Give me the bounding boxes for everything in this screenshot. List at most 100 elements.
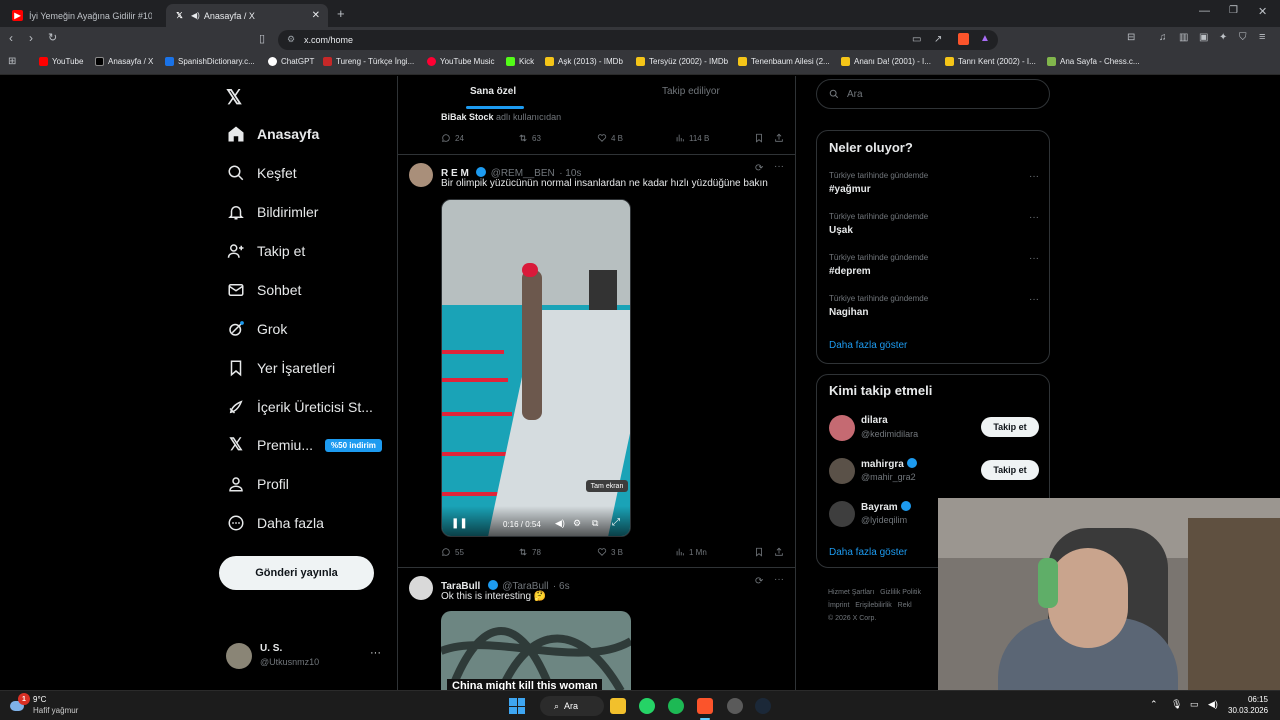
like-button[interactable]: 3 B — [597, 547, 623, 557]
nav-follow[interactable]: Takip et — [226, 241, 305, 261]
microphone-icon[interactable]: 🎙 — [1171, 699, 1182, 710]
bookmark-page-icon[interactable]: ▯ — [259, 32, 265, 45]
follow-button[interactable]: Takip et — [981, 417, 1039, 437]
show-more-link[interactable]: Daha fazla göster — [829, 340, 907, 351]
nav-home[interactable]: Anasayfa — [226, 124, 319, 144]
brave-shield-icon[interactable] — [958, 33, 969, 45]
nav-explore[interactable]: Keşfet — [226, 163, 297, 183]
bookmark-youtube-music[interactable]: YouTube Music — [427, 57, 495, 66]
site-settings-icon[interactable]: ⚙ — [287, 34, 295, 45]
tab-x-home[interactable]: 𝕏 ◀) Anasayfa / X ✕ — [166, 4, 328, 27]
tab-for-you[interactable]: Sana özel — [470, 86, 516, 97]
trend-item[interactable]: Türkiye tarihinde gündemde #deprem ··· — [817, 251, 1049, 292]
trend-item[interactable]: Türkiye tarihinde gündemde Uşak ··· — [817, 210, 1049, 251]
views-button[interactable]: 1 Mn — [675, 547, 707, 557]
windows-start-icon[interactable] — [509, 698, 525, 714]
clock-time[interactable]: 06:15 — [1228, 695, 1268, 704]
footer-link[interactable]: Hizmet Şartları — [828, 589, 874, 596]
nav-bookmarks[interactable]: Yer İşaretleri — [226, 358, 335, 378]
more-icon[interactable]: ··· — [1029, 253, 1039, 264]
tweet[interactable]: R E M @REM__BEN · 10s ⟳ ··· Bir olimpik … — [398, 155, 795, 567]
nav-profile[interactable]: Profil — [226, 474, 289, 494]
footer-link[interactable]: İmprint — [828, 602, 849, 609]
volume-icon[interactable]: ◀) — [555, 518, 565, 529]
sidebar-icon[interactable]: ▥ — [1179, 32, 1188, 43]
tab-following[interactable]: Takip ediliyor — [662, 86, 720, 97]
clock-date[interactable]: 30.03.2026 — [1228, 706, 1268, 715]
x-logo-icon[interactable]: 𝕏 — [226, 85, 242, 110]
bookmark-x[interactable]: Anasayfa / X — [95, 57, 153, 66]
spotify-icon[interactable] — [668, 698, 684, 714]
settings-icon[interactable]: ⚙ — [573, 518, 581, 529]
follow-suggestion[interactable]: dilara @kedimidilara Takip et — [817, 413, 1049, 449]
bookmark-tureng[interactable]: Tureng - Türkçe İngi... — [323, 57, 414, 66]
file-explorer-icon[interactable] — [610, 698, 626, 714]
share-button[interactable] — [774, 547, 788, 557]
reply-button[interactable]: 55 — [441, 547, 464, 557]
obs-icon[interactable] — [727, 698, 743, 714]
views-button[interactable]: 114 B — [675, 133, 709, 143]
network-icon[interactable]: ▭ — [1190, 699, 1199, 710]
like-button[interactable]: 4 B — [597, 133, 623, 143]
volume-icon[interactable]: ◀) — [1208, 699, 1218, 710]
tray-chevron-icon[interactable]: ⌃ — [1150, 699, 1158, 710]
weather-widget[interactable]: 1 — [10, 693, 30, 714]
nav-premium[interactable]: 𝕏 Premiu... %50 indirim — [226, 435, 382, 455]
nav-creator-studio[interactable]: İçerik Üreticisi St... — [226, 397, 373, 417]
bookmark-spanishdict[interactable]: SpanishDictionary.c... — [165, 57, 255, 66]
tab-search-icon[interactable]: ⊟ — [1127, 32, 1135, 43]
reply-button[interactable]: 24 — [441, 133, 464, 143]
reload-icon[interactable]: ↻ — [48, 31, 57, 44]
footer-link[interactable]: Rekl — [898, 602, 912, 609]
bookmark-imdb-5[interactable]: Tanrı Kent (2002) - I... — [945, 57, 1036, 66]
bookmark-imdb-3[interactable]: Tenenbaum Ailesi (2... — [738, 57, 830, 66]
music-icon[interactable]: ♫ — [1159, 32, 1167, 43]
bookmark-imdb-2[interactable]: Tersyüz (2002) - IMDb — [636, 57, 728, 66]
leo-ai-icon[interactable]: ✦ — [1219, 32, 1227, 43]
tweet-media[interactable]: China might kill this woman — [441, 611, 631, 690]
bookmark-chatgpt[interactable]: ChatGPT — [268, 57, 314, 66]
vpn-icon[interactable]: ⛉ — [1239, 32, 1247, 43]
more-icon[interactable]: ··· — [774, 574, 784, 585]
steam-icon[interactable] — [755, 698, 771, 714]
cast-icon[interactable]: ▭ — [912, 34, 921, 45]
post-button[interactable]: Gönderi yayınla — [219, 556, 374, 590]
taskbar-search[interactable]: ⌕ Ara — [540, 696, 604, 716]
share-button[interactable] — [774, 133, 788, 143]
account-switcher[interactable]: U. S. @Utkusnmz10 ··· — [226, 641, 386, 671]
nav-notifications[interactable]: Bildirimler — [226, 202, 318, 222]
apps-grid-icon[interactable]: ⊞ — [8, 56, 16, 67]
more-icon[interactable]: ··· — [1029, 294, 1039, 305]
back-icon[interactable]: ‹ — [9, 31, 13, 45]
follow-button[interactable]: Takip et — [981, 460, 1039, 480]
fullscreen-icon[interactable]: ⤢ — [612, 517, 620, 528]
forward-icon[interactable]: › — [29, 31, 33, 45]
weather-temp[interactable]: 9°C — [33, 695, 46, 704]
weather-desc[interactable]: Hafif yağmur — [33, 706, 78, 715]
menu-icon[interactable]: ≡ — [1259, 31, 1265, 43]
tab-youtube[interactable]: ▶ İyi Yemeğin Ayağına Gidilir #10 | New — [4, 4, 160, 27]
repost-button[interactable]: 78 — [518, 547, 541, 557]
more-icon[interactable]: ··· — [370, 647, 381, 659]
wallet-icon[interactable]: ▣ — [1199, 32, 1208, 43]
nav-grok[interactable]: Grok — [226, 319, 287, 339]
more-icon[interactable]: ··· — [774, 161, 784, 172]
address-bar[interactable]: ⚙ x.com/home ▭ ↗ ▲ — [278, 30, 998, 50]
tweet[interactable]: TaraBull @TaraBull · 6s ⟳ ··· Ok this is… — [398, 568, 795, 690]
whatsapp-icon[interactable] — [639, 698, 655, 714]
share-icon[interactable]: ↗ — [934, 34, 942, 45]
footer-link[interactable]: Gizlilik Politik — [880, 589, 921, 596]
brave-icon[interactable] — [697, 698, 713, 714]
search-input[interactable]: Ara — [816, 79, 1050, 109]
brave-rewards-icon[interactable]: ▲ — [980, 33, 990, 44]
footer-link[interactable]: Erişilebilirlik — [855, 602, 892, 609]
bookmark-imdb-1[interactable]: Aşk (2013) - IMDb — [545, 57, 623, 66]
bookmark-imdb-4[interactable]: Ananı Da! (2001) - I... — [841, 57, 931, 66]
bookmark-kick[interactable]: Kick — [506, 57, 534, 66]
pause-icon[interactable]: ❚❚ — [451, 518, 468, 529]
grok-icon[interactable]: ⟳ — [755, 576, 763, 587]
trend-item[interactable]: Türkiye tarihinde gündemde #yağmur ··· — [817, 169, 1049, 210]
tweet-video[interactable]: Tam ekran ❚❚ 0:16 / 0:54 ◀) ⚙ ⧉ ⤢ — [441, 199, 631, 537]
close-window-icon[interactable]: ✕ — [1258, 5, 1267, 18]
pip-icon[interactable]: ⧉ — [592, 518, 598, 529]
